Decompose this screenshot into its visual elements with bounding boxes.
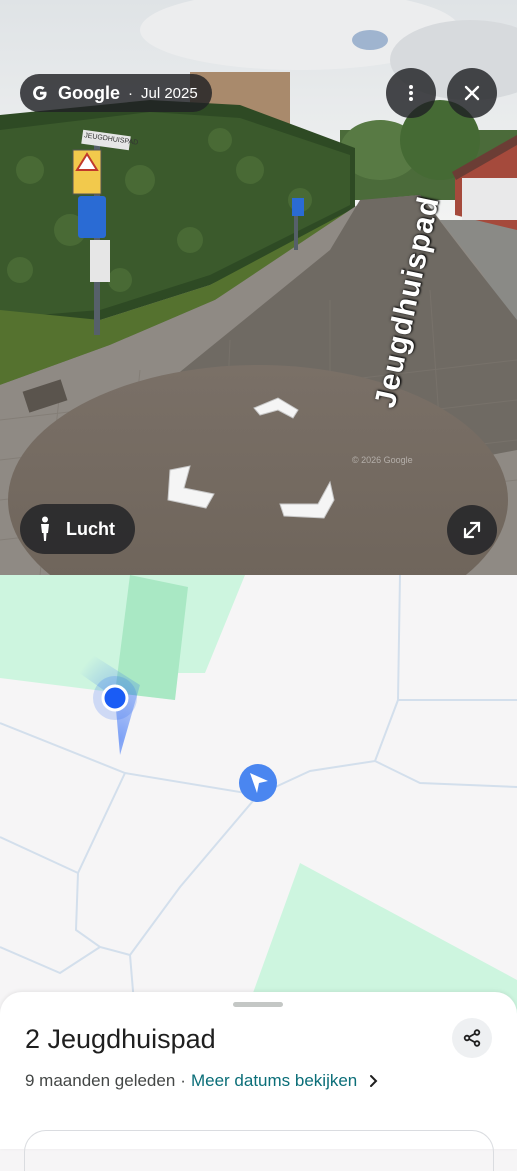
more-dates-link[interactable]: Meer datums bekijken	[191, 1071, 357, 1091]
capture-date: Jul 2025	[141, 84, 198, 102]
expand-icon	[460, 518, 484, 542]
attribution-separator: ·	[128, 84, 133, 102]
relative-date: 9 maanden geleden	[25, 1071, 176, 1090]
aerial-view-button[interactable]: Lucht	[20, 504, 135, 554]
aerial-view-label: Lucht	[66, 518, 115, 539]
drag-handle[interactable]	[233, 1002, 283, 1007]
copyright-text: © 2026 Google	[352, 455, 413, 465]
street-view-panel[interactable]: Jeugdhuispad JEUGDHUISPAD © 2026 Google …	[0, 0, 517, 575]
map-view[interactable]	[0, 575, 517, 1015]
street-view-position-marker[interactable]	[239, 764, 277, 802]
pedestrian-icon	[38, 516, 52, 542]
map-canvas[interactable]	[0, 575, 517, 1015]
close-button[interactable]	[447, 68, 497, 118]
close-icon	[462, 83, 482, 103]
my-location-dot[interactable]	[101, 684, 129, 712]
capture-date-row: 9 maanden geleden · Meer datums bekijken	[25, 1071, 379, 1091]
sheet-content-card[interactable]	[24, 1130, 494, 1171]
share-icon	[462, 1028, 482, 1048]
more-vert-icon	[401, 83, 421, 103]
place-bottom-sheet[interactable]: 2 Jeugdhuispad 9 maanden geleden · Meer …	[0, 992, 517, 1171]
chevron-right-icon[interactable]	[367, 1074, 379, 1088]
share-button[interactable]	[452, 1018, 492, 1058]
brand-label: Google	[58, 82, 120, 103]
google-g-icon	[30, 83, 50, 103]
more-options-button[interactable]	[386, 68, 436, 118]
imagery-attribution[interactable]: Google · Jul 2025	[20, 74, 212, 112]
date-separator: ·	[180, 1071, 186, 1090]
place-title: 2 Jeugdhuispad	[25, 1024, 216, 1054]
fullscreen-button[interactable]	[447, 505, 497, 555]
